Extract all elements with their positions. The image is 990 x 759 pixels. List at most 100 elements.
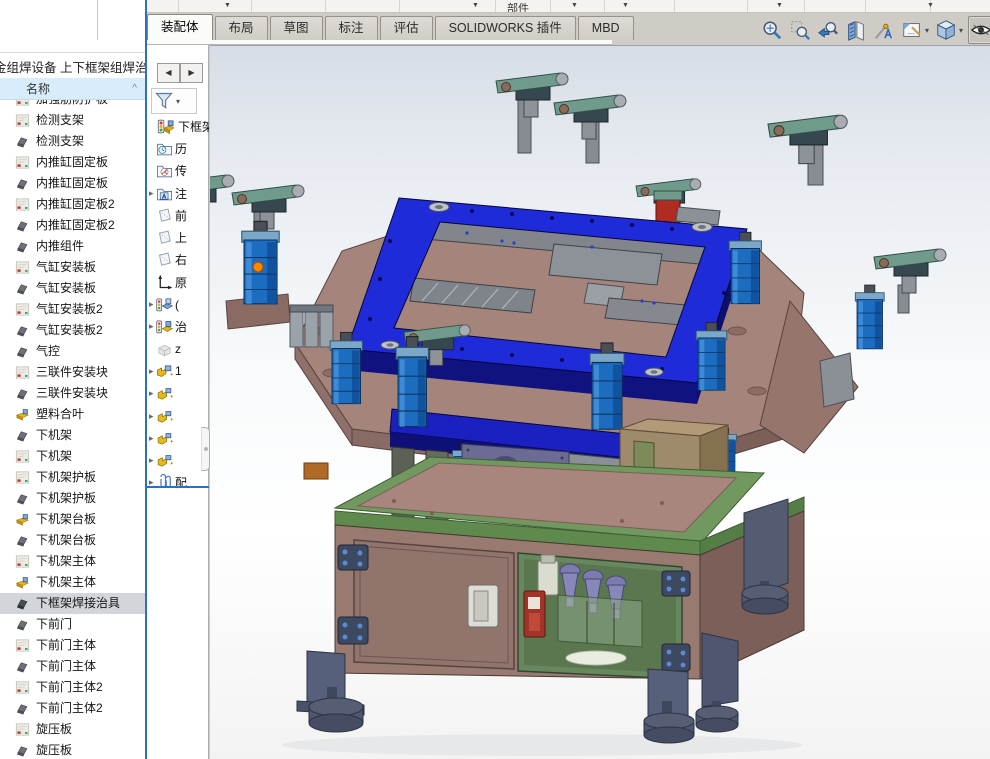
expand-arrow-icon[interactable]: ▸ [147, 321, 156, 332]
tree-root-item[interactable]: 下框架 [147, 115, 209, 137]
file-row[interactable]: 内推缸固定板 [0, 152, 145, 173]
tab-SOLIDWORKS 插件[interactable]: SOLIDWORKS 插件 [435, 16, 576, 40]
file-row[interactable]: 下机架护板 [0, 488, 145, 509]
file-row[interactable]: 旋压板 [0, 719, 145, 740]
file-row[interactable]: 下机架 [0, 425, 145, 446]
tree-item[interactable]: z [147, 338, 209, 360]
expand-arrow-icon[interactable]: ▸ [147, 188, 156, 199]
zoom-area-button[interactable] [788, 16, 812, 44]
file-row[interactable]: 下机架主体 [0, 551, 145, 572]
display-style-dropdown-arrow[interactable]: ▾ [959, 26, 963, 35]
tree-back-button[interactable]: ◀ [157, 63, 180, 83]
toolbar-dropdown-arrow[interactable]: ▼ [927, 2, 934, 9]
file-row[interactable]: 三联件安装块 [0, 383, 145, 404]
expand-arrow-icon[interactable]: ▸ [147, 366, 156, 377]
tree-item[interactable]: ▸1 [147, 360, 209, 382]
hide-show-items-button[interactable]: ▾ [968, 16, 990, 44]
toolbar-dropdown-arrow[interactable]: ▼ [622, 2, 629, 9]
file-row[interactable]: 内推组件 [0, 236, 145, 257]
file-row[interactable]: 气控 [0, 341, 145, 362]
graphics-viewport[interactable] [210, 45, 990, 759]
tree-item[interactable]: 上 [147, 226, 209, 248]
tree-forward-button[interactable]: ▶ [180, 63, 203, 83]
part-icon [15, 659, 30, 674]
filter-dropdown-arrow[interactable]: ▾ [176, 97, 180, 106]
file-row[interactable]: 三联件安装块 [0, 362, 145, 383]
expand-arrow-icon[interactable]: ▸ [147, 411, 156, 422]
file-row[interactable]: 下前门 [0, 614, 145, 635]
zoom-fit-button[interactable] [760, 16, 784, 44]
file-row[interactable]: 气缸安装板 [0, 278, 145, 299]
panel-splitter-grip[interactable] [201, 427, 210, 471]
tab-标注[interactable]: 标注 [325, 16, 378, 40]
expand-arrow-icon[interactable]: ▸ [147, 388, 156, 399]
annotation-visibility-button[interactable] [872, 16, 896, 44]
model-stop-block[interactable] [676, 207, 720, 225]
model-filter-cartridge [538, 561, 558, 595]
model-pneumatics-window[interactable] [518, 553, 690, 679]
display-style-button[interactable]: ▾ [934, 16, 964, 44]
toolbar-dropdown-arrow[interactable]: ▼ [224, 2, 231, 9]
file-row[interactable]: 气缸安装板 [0, 257, 145, 278]
file-row[interactable]: 下机架台板 [0, 509, 145, 530]
tree-pane-splitter[interactable] [147, 486, 209, 488]
tree-filter-button[interactable]: ▾ [151, 88, 197, 114]
file-row-label: 气控 [36, 341, 60, 362]
tab-MBD[interactable]: MBD [578, 16, 634, 40]
tree-item[interactable]: 原 [147, 271, 209, 293]
file-row[interactable]: 下前门主体 [0, 656, 145, 677]
file-row[interactable]: 下机架护板 [0, 467, 145, 488]
previous-view-button[interactable] [816, 16, 840, 44]
tree-item[interactable]: 历 [147, 137, 209, 159]
file-row[interactable]: 检测支架 [0, 110, 145, 131]
toolbar-dropdown-arrow[interactable]: ▼ [472, 2, 479, 9]
file-row-label: 三联件安装块 [36, 362, 108, 383]
name-column-header[interactable]: 名称 ^ [0, 78, 145, 100]
file-row-label: 检测支架 [36, 131, 84, 152]
toolbar-dropdown-arrow[interactable]: ▼ [776, 2, 783, 9]
tree-item[interactable]: ▸ [147, 405, 209, 427]
tab-装配体[interactable]: 装配体 [147, 14, 213, 40]
tree-item[interactable]: ▸( [147, 293, 209, 315]
file-row[interactable]: 下前门主体2 [0, 698, 145, 719]
expand-arrow-icon[interactable]: ▸ [147, 299, 156, 310]
file-row[interactable]: 下机架主体 [0, 572, 145, 593]
file-row[interactable]: 下前门主体 [0, 635, 145, 656]
view-orientation-button[interactable]: ▾ [900, 16, 930, 44]
file-row[interactable]: 下机架台板 [0, 530, 145, 551]
file-row[interactable]: 下框架焊接治具 [0, 593, 145, 614]
tree-item[interactable]: 前 [147, 204, 209, 226]
tree-item[interactable]: 右 [147, 249, 209, 271]
expand-arrow-icon[interactable]: ▸ [147, 455, 156, 466]
cad-model[interactable] [210, 46, 990, 759]
tab-草图[interactable]: 草图 [270, 16, 323, 40]
file-row[interactable]: 内推缸固定板 [0, 173, 145, 194]
name-column-label: 名称 [26, 78, 50, 100]
tree-item[interactable]: ▸ [147, 383, 209, 405]
toolbar-dropdown-arrow[interactable]: ▼ [571, 2, 578, 9]
file-row[interactable]: 气缸安装板2 [0, 299, 145, 320]
file-row[interactable]: 内推缸固定板2 [0, 215, 145, 236]
file-row-label: 下机架台板 [36, 509, 96, 530]
feature-tree: 下框架历传▸注前上右原▸(▸治z▸1▸▸▸▸▸配 [147, 115, 209, 494]
tree-item[interactable]: 传 [147, 160, 209, 182]
file-row[interactable]: 气缸安装板2 [0, 320, 145, 341]
tree-item[interactable]: ▸ [147, 449, 209, 471]
expand-arrow-icon[interactable]: ▸ [147, 433, 156, 444]
tree-item[interactable]: ▸治 [147, 316, 209, 338]
file-row[interactable]: 检测支架 [0, 131, 145, 152]
file-row[interactable]: 加强筋防护板 [0, 100, 145, 110]
tree-item[interactable]: ▸ [147, 427, 209, 449]
tab-布局[interactable]: 布局 [215, 16, 268, 40]
section-view-button[interactable] [844, 16, 868, 44]
view-orientation-dropdown-arrow[interactable]: ▾ [925, 26, 929, 35]
file-row[interactable]: 内推缸固定板2 [0, 194, 145, 215]
tab-评估[interactable]: 评估 [380, 16, 433, 40]
tree-item[interactable]: ▸配 [147, 472, 209, 494]
file-row[interactable]: 下前门主体2 [0, 677, 145, 698]
file-row[interactable]: 旋压板 [0, 740, 145, 759]
tree-item[interactable]: ▸注 [147, 182, 209, 204]
file-row[interactable]: 下机架 [0, 446, 145, 467]
model-left-door[interactable] [354, 540, 514, 669]
file-row[interactable]: 塑料合叶 [0, 404, 145, 425]
